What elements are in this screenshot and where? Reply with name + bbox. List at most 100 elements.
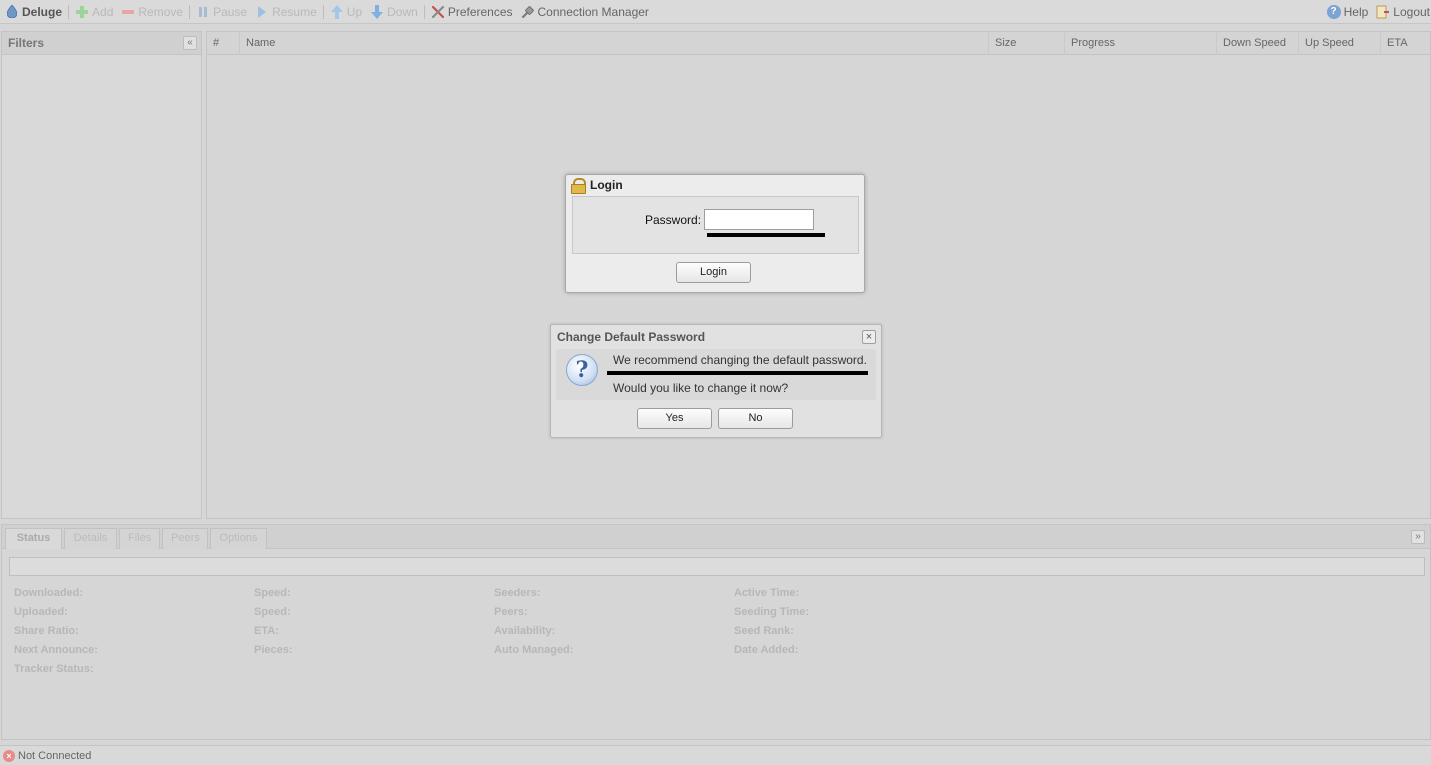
help-button-label: Help	[1343, 5, 1369, 19]
toolbar-separator	[322, 4, 324, 19]
seeding-time-label: Seeding Time:	[734, 606, 809, 618]
plug-icon	[521, 5, 534, 18]
column-header-eta[interactable]: ETA	[1381, 32, 1430, 55]
resume-button-label: Resume	[272, 4, 317, 19]
filters-header: Filters	[2, 32, 201, 55]
play-icon	[255, 5, 269, 19]
logout-button-label: Logout	[1393, 5, 1430, 19]
eta-label: ETA:	[254, 625, 279, 637]
error-icon: ×	[3, 749, 15, 762]
recommendation-message: We recommend changing the default passwo…	[613, 353, 867, 367]
pause-icon	[196, 5, 210, 19]
availability-label: Availability:	[494, 625, 556, 637]
lock-icon	[571, 178, 586, 194]
redaction-bar	[607, 371, 868, 375]
up-button-label: Up	[346, 4, 363, 19]
filters-title: Filters	[8, 36, 45, 50]
tab-status[interactable]: Status	[5, 528, 62, 549]
connection-manager-button-label: Connection Manager	[537, 4, 649, 19]
tab-details[interactable]: Details	[64, 528, 117, 549]
collapse-details-button[interactable]: »	[1411, 530, 1425, 544]
details-panel: Status Details Files Peers Options » Dow…	[1, 524, 1431, 740]
arrow-up-icon	[330, 4, 344, 19]
no-button[interactable]: No	[718, 408, 793, 429]
logout-button[interactable]: Logout	[1372, 2, 1431, 22]
preferences-button[interactable]: Preferences	[427, 2, 517, 22]
torrent-progress-bar	[9, 557, 1425, 576]
remove-button-label: Remove	[138, 4, 184, 19]
minus-icon	[121, 5, 135, 19]
close-dialog-button[interactable]: ×	[862, 330, 876, 344]
change-password-dialog-title: Change Default Password	[557, 330, 706, 344]
auto-managed-label: Auto Managed:	[494, 644, 574, 656]
tracker-status-label: Tracker Status:	[14, 663, 94, 675]
share-ratio-label: Share Ratio:	[14, 625, 79, 637]
plus-icon	[75, 5, 89, 19]
connection-manager-button[interactable]: Connection Manager	[517, 2, 653, 22]
toolbar: Deluge Add Remove Pause Resume Up Down P…	[0, 0, 1431, 24]
column-header-size[interactable]: Size	[989, 32, 1065, 55]
up-button[interactable]: Up	[326, 2, 366, 22]
password-input[interactable]	[704, 209, 814, 230]
login-button[interactable]: Login	[676, 262, 751, 283]
toolbar-separator	[68, 4, 70, 19]
peers-label: Peers:	[494, 606, 528, 618]
remove-button[interactable]: Remove	[117, 2, 187, 22]
help-icon: ?	[1326, 5, 1341, 19]
change-password-dialog: Change Default Password × ? We recommend…	[550, 324, 882, 438]
grid-header: # Name Size Progress Down Speed Up Speed…	[207, 32, 1430, 55]
seed-rank-label: Seed Rank:	[734, 625, 794, 637]
column-header-up-speed[interactable]: Up Speed	[1299, 32, 1381, 55]
login-dialog-title-bar: Login	[566, 175, 864, 195]
downloaded-label: Downloaded:	[14, 587, 84, 599]
down-button-label: Down	[387, 4, 418, 19]
active-time-label: Active Time:	[734, 587, 800, 599]
deluge-brand[interactable]: Deluge	[3, 2, 66, 22]
connection-status-text: Not Connected	[18, 749, 92, 762]
toolbar-right: ? Help Logout	[1323, 0, 1431, 24]
password-label: Password:	[645, 213, 702, 227]
tab-options[interactable]: Options	[210, 528, 267, 549]
tab-peers[interactable]: Peers	[162, 528, 208, 549]
add-button[interactable]: Add	[71, 2, 117, 22]
upload-speed-label: Speed:	[254, 606, 291, 618]
question-icon: ?	[566, 354, 598, 386]
deluge-web-ui: Deluge Add Remove Pause Resume Up Down P…	[0, 0, 1431, 765]
deluge-logo-icon	[7, 5, 17, 18]
logout-icon	[1376, 5, 1390, 19]
resume-button[interactable]: Resume	[251, 2, 321, 22]
status-bar: × Not Connected	[0, 745, 1431, 765]
pause-button-label: Pause	[213, 4, 248, 19]
pieces-label: Pieces:	[254, 644, 293, 656]
redaction-bar	[707, 233, 825, 237]
preferences-button-label: Preferences	[447, 4, 513, 19]
collapse-filters-button[interactable]: «	[183, 36, 197, 50]
tab-files[interactable]: Files	[119, 528, 160, 549]
down-button[interactable]: Down	[366, 2, 422, 22]
yes-button[interactable]: Yes	[637, 408, 712, 429]
next-announce-label: Next Announce:	[14, 644, 98, 656]
login-form: Password:	[572, 196, 859, 254]
date-added-label: Date Added:	[734, 644, 799, 656]
details-tabs: Status Details Files Peers Options »	[2, 525, 1430, 549]
tools-icon	[431, 5, 444, 18]
change-now-question: Would you like to change it now?	[613, 381, 789, 395]
column-header-name[interactable]: Name	[240, 32, 989, 55]
toolbar-separator	[423, 4, 425, 19]
column-header-number[interactable]: #	[207, 32, 240, 55]
deluge-brand-label: Deluge	[22, 4, 63, 19]
seeders-label: Seeders:	[494, 587, 541, 599]
change-password-message-area: ? We recommend changing the default pass…	[556, 349, 876, 400]
toolbar-separator	[189, 4, 191, 19]
login-dialog-title: Login	[590, 178, 623, 192]
arrow-down-icon	[370, 4, 384, 19]
add-button-label: Add	[92, 4, 114, 19]
pause-button[interactable]: Pause	[192, 2, 251, 22]
help-button[interactable]: ? Help	[1323, 2, 1373, 22]
column-header-down-speed[interactable]: Down Speed	[1217, 32, 1299, 55]
login-dialog: Login Password: Login	[565, 174, 865, 293]
uploaded-label: Uploaded:	[14, 606, 68, 618]
filters-panel: Filters «	[1, 31, 202, 519]
column-header-progress[interactable]: Progress	[1065, 32, 1217, 55]
download-speed-label: Speed:	[254, 587, 291, 599]
